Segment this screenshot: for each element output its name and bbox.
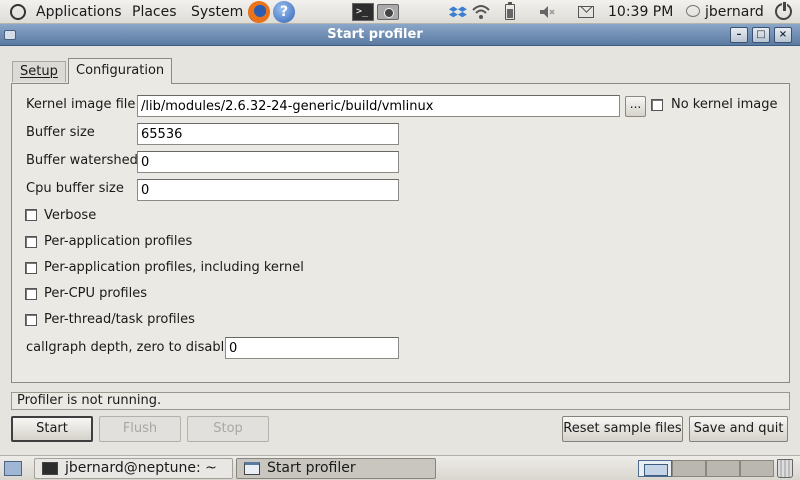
- show-desktop-icon[interactable]: [4, 461, 22, 476]
- start-button[interactable]: Start: [11, 416, 93, 442]
- flush-button[interactable]: Flush: [99, 416, 181, 442]
- save-and-quit-label: Save and quit: [693, 421, 784, 436]
- window-icon: [244, 462, 260, 475]
- buffer-watershed-label: Buffer watershed: [26, 153, 138, 168]
- workspace-2[interactable]: [672, 460, 706, 477]
- reset-sample-files-button[interactable]: Reset sample files: [562, 416, 683, 442]
- verbose-label: Verbose: [44, 208, 97, 223]
- start-button-label: Start: [36, 421, 68, 436]
- per-cpu-checkbox[interactable]: [25, 288, 37, 300]
- no-kernel-image-label: No kernel image: [671, 97, 778, 112]
- mail-icon[interactable]: [578, 6, 594, 18]
- flush-button-label: Flush: [122, 421, 158, 436]
- window-title: Start profiler: [327, 27, 423, 42]
- kernel-image-label: Kernel image file: [26, 97, 136, 112]
- cpu-buffer-size-field[interactable]: [137, 179, 399, 201]
- terminal-icon[interactable]: >_: [352, 3, 374, 21]
- chat-icon[interactable]: [686, 5, 700, 17]
- save-and-quit-button[interactable]: Save and quit: [689, 416, 788, 442]
- menu-system[interactable]: System: [191, 2, 243, 22]
- browse-button[interactable]: ...: [625, 96, 646, 117]
- ubuntu-logo-icon[interactable]: [8, 2, 28, 22]
- per-application-kernel-label: Per-application profiles, including kern…: [44, 260, 304, 275]
- firefox-icon[interactable]: [248, 1, 270, 23]
- callgraph-depth-label: callgraph depth, zero to disable: [26, 340, 233, 355]
- taskbar-item-terminal-label: jbernard@neptune: ~: [65, 460, 217, 476]
- trash-icon[interactable]: [777, 459, 793, 478]
- taskbar-item-terminal[interactable]: jbernard@neptune: ~: [34, 458, 233, 479]
- clock[interactable]: 10:39 PM: [608, 2, 673, 22]
- stop-button-label: Stop: [213, 421, 243, 436]
- per-thread-label: Per-thread/task profiles: [44, 312, 195, 327]
- battery-icon[interactable]: [505, 2, 515, 20]
- wifi-icon[interactable]: [471, 2, 491, 22]
- per-application-label: Per-application profiles: [44, 234, 193, 249]
- taskbar-item-start-profiler-label: Start profiler: [267, 460, 356, 476]
- maximize-icon[interactable]: □: [752, 27, 770, 43]
- status-text: Profiler is not running.: [17, 393, 162, 408]
- user-menu[interactable]: jbernard: [705, 2, 764, 22]
- buffer-size-label: Buffer size: [26, 125, 95, 140]
- volume-icon[interactable]: [537, 2, 557, 22]
- workspace-4[interactable]: [740, 460, 774, 477]
- stop-button[interactable]: Stop: [187, 416, 269, 442]
- tab-setup-label: Setup: [20, 64, 58, 79]
- menu-applications[interactable]: Applications: [36, 2, 122, 22]
- bottom-panel: jbernard@neptune: ~ Start profiler: [0, 455, 800, 480]
- screenshot-icon[interactable]: [377, 4, 399, 20]
- minimize-icon[interactable]: –: [730, 27, 748, 43]
- workspace-1[interactable]: [638, 460, 672, 477]
- callgraph-depth-field[interactable]: [225, 337, 399, 359]
- tab-configuration[interactable]: Configuration: [68, 58, 173, 84]
- verbose-checkbox[interactable]: [25, 209, 37, 221]
- per-thread-checkbox[interactable]: [25, 314, 37, 326]
- status-bar: Profiler is not running.: [11, 392, 790, 410]
- help-icon[interactable]: ?: [273, 1, 295, 23]
- close-icon[interactable]: ×: [774, 27, 792, 43]
- menu-places[interactable]: Places: [132, 2, 177, 22]
- per-cpu-label: Per-CPU profiles: [44, 286, 147, 301]
- kernel-image-field[interactable]: [137, 95, 620, 117]
- no-kernel-image-checkbox[interactable]: [651, 99, 663, 111]
- per-application-checkbox[interactable]: [25, 236, 37, 248]
- window-titlebar[interactable]: Start profiler – □ ×: [0, 24, 800, 46]
- reset-sample-files-label: Reset sample files: [563, 421, 682, 436]
- buffer-size-field[interactable]: [137, 123, 399, 145]
- taskbar-item-start-profiler[interactable]: Start profiler: [236, 458, 436, 479]
- power-icon[interactable]: [775, 1, 792, 20]
- buffer-watershed-field[interactable]: [137, 151, 399, 173]
- tab-setup[interactable]: Setup: [12, 61, 66, 82]
- configuration-panel: [11, 83, 790, 383]
- tab-configuration-label: Configuration: [76, 63, 165, 78]
- dropbox-icon[interactable]: [448, 2, 468, 22]
- terminal-icon: [42, 462, 58, 475]
- per-application-kernel-checkbox[interactable]: [25, 262, 37, 274]
- workspace-3[interactable]: [706, 460, 740, 477]
- cpu-buffer-size-label: Cpu buffer size: [26, 181, 124, 196]
- top-panel: Applications Places System ? >_ 10:39 PM…: [0, 0, 800, 24]
